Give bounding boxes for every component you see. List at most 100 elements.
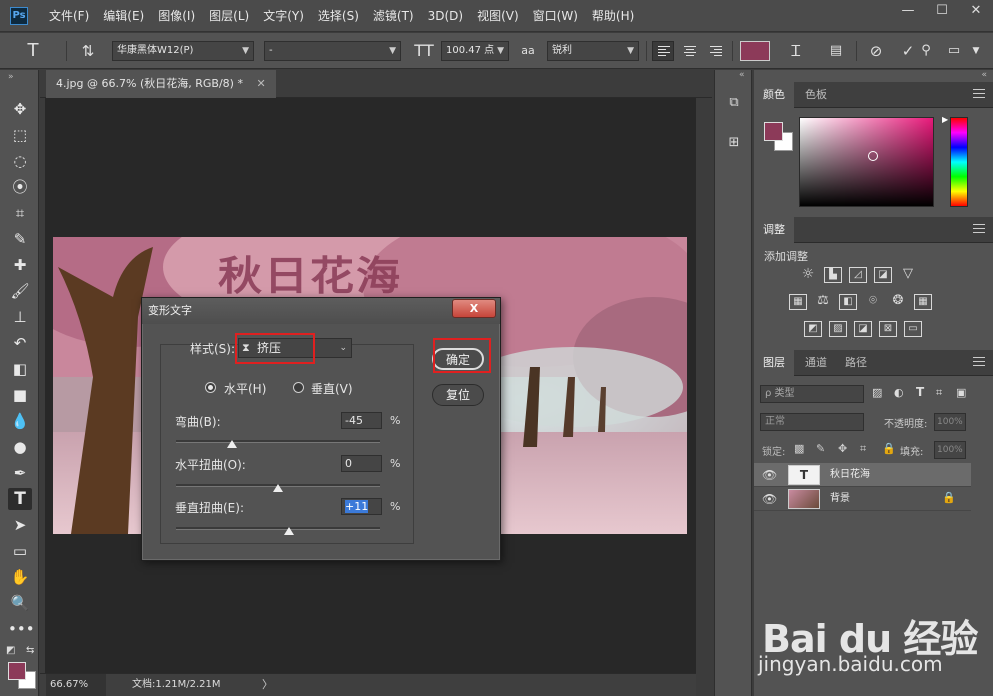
lasso-tool-icon[interactable]: ◌ [8, 150, 32, 172]
layer-row[interactable]: 👁 T 秋日花海 [754, 463, 971, 487]
channel-mixer-icon[interactable]: ❂ [889, 294, 907, 310]
collapse-arrows-icon[interactable]: « [981, 70, 987, 80]
close-tab-icon[interactable]: ✕ [256, 77, 265, 90]
vertical-distortion-input[interactable]: +11 [341, 498, 382, 515]
tab-adjustments[interactable]: 调整 [754, 217, 794, 243]
collapse-arrows-icon[interactable]: « [739, 70, 745, 80]
warp-text-icon[interactable]: Ꮖ [786, 42, 806, 60]
visibility-eye-icon[interactable]: 👁 [762, 492, 777, 506]
crop-tool-icon[interactable]: ⌗ [8, 202, 32, 224]
layer-filter-select[interactable]: ρ 类型 [760, 385, 864, 403]
color-field[interactable] [799, 117, 934, 207]
invert-icon[interactable]: ◩ [804, 321, 822, 337]
chevron-down-icon[interactable]: ▼ [968, 42, 984, 60]
path-select-tool-icon[interactable]: ➤ [8, 514, 32, 536]
horizontal-radio[interactable] [205, 382, 216, 393]
vertical-distortion-thumb[interactable] [284, 527, 295, 535]
lock-transparent-icon[interactable]: ▩ [794, 442, 804, 455]
eyedropper-tool-icon[interactable]: ✎ [8, 228, 32, 250]
gradient-tool-icon[interactable]: ■ [8, 384, 32, 406]
lock-position-icon[interactable]: ✥ [838, 442, 847, 455]
horizontal-distortion-input[interactable]: 0 [341, 455, 382, 472]
type-tool-preset-icon[interactable]: T [22, 42, 44, 60]
bend-slider-thumb[interactable] [227, 440, 238, 448]
quick-select-tool-icon[interactable]: ⦿ [8, 176, 32, 198]
menu-select[interactable]: 选择(S) [311, 0, 366, 32]
minimize-button[interactable]: — [891, 0, 925, 22]
move-tool-icon[interactable]: ✥ [8, 98, 32, 120]
stamp-tool-icon[interactable]: ⊥ [8, 306, 32, 328]
horizontal-distortion-thumb[interactable] [273, 484, 283, 492]
foreground-color-swatch[interactable] [8, 662, 26, 680]
layer-name[interactable]: 背景 [830, 487, 850, 511]
vertical-distortion-track[interactable] [176, 527, 380, 530]
color-lookup-icon[interactable]: ▦ [914, 294, 932, 310]
filter-type-icon[interactable]: T [916, 385, 924, 399]
align-center-button[interactable] [678, 41, 700, 61]
black-white-icon[interactable]: ◧ [839, 294, 857, 310]
menu-type[interactable]: 文字(Y) [256, 0, 311, 32]
vertical-radio[interactable] [293, 382, 304, 393]
photo-filter-icon[interactable]: ⌾ [864, 294, 882, 310]
bend-input[interactable]: -45 [341, 412, 382, 429]
properties-panel-icon[interactable]: ⊞ [723, 132, 745, 154]
brush-tool-icon[interactable]: 🖌 [8, 280, 32, 302]
history-brush-tool-icon[interactable]: ↶ [8, 332, 32, 354]
hue-slider[interactable] [950, 117, 968, 207]
vibrance-icon[interactable]: ▽ [899, 267, 917, 283]
menu-edit[interactable]: 编辑(E) [96, 0, 151, 32]
font-family-select[interactable]: 华康黑体W12(P) ▼ [112, 41, 254, 61]
restore-button[interactable]: ☐ [925, 0, 959, 22]
filter-pixel-icon[interactable]: ▨ [872, 386, 882, 399]
visibility-eye-icon[interactable]: 👁 [762, 468, 777, 482]
menu-window[interactable]: 窗口(W) [526, 0, 585, 32]
tab-paths[interactable]: 路径 [836, 350, 876, 376]
posterize-icon[interactable]: ▨ [829, 321, 847, 337]
hand-tool-icon[interactable]: ✋ [8, 566, 32, 588]
text-color-swatch[interactable] [740, 41, 770, 61]
tab-channels[interactable]: 通道 [796, 350, 836, 376]
swap-colors-icon[interactable]: ⇆ [26, 645, 34, 656]
dialog-close-button[interactable]: X [452, 299, 496, 318]
lock-all-icon[interactable]: 🔒 [882, 442, 896, 455]
lock-artboard-icon[interactable]: ⌗ [860, 442, 866, 456]
dialog-titlebar[interactable]: 变形文字 X [142, 298, 500, 324]
rectangle-tool-icon[interactable]: ▭ [8, 540, 32, 562]
tab-layers[interactable]: 图层 [754, 350, 794, 376]
filter-shape-icon[interactable]: ⌗ [936, 386, 942, 400]
layer-row[interactable]: 👁 背景 🔒 [754, 487, 971, 511]
toggle-orientation-icon[interactable]: ⇅ [78, 42, 98, 60]
menu-filter[interactable]: 滤镜(T) [366, 0, 421, 32]
zoom-level[interactable]: 66.67% [46, 674, 106, 696]
color-balance-icon[interactable]: ⚖ [814, 294, 832, 310]
levels-icon[interactable]: ▙ [824, 267, 842, 283]
align-left-button[interactable] [652, 41, 674, 61]
menu-view[interactable]: 视图(V) [470, 0, 526, 32]
curves-icon[interactable]: ◿ [849, 267, 867, 283]
opacity-input[interactable]: 100% [934, 413, 966, 431]
menu-layer[interactable]: 图层(L) [202, 0, 256, 32]
reset-button[interactable]: 复位 [432, 384, 484, 406]
filter-smart-object-icon[interactable]: ▣ [956, 386, 966, 399]
antialias-select[interactable]: 锐利 ▼ [547, 41, 639, 61]
eraser-tool-icon[interactable]: ◧ [8, 358, 32, 380]
workspace-icon[interactable]: ▭ [944, 42, 964, 60]
history-panel-icon[interactable]: ⧉ [723, 92, 745, 114]
commit-check-icon[interactable]: ✓ [898, 42, 918, 60]
color-panel-foreground[interactable] [764, 122, 783, 141]
menu-3d[interactable]: 3D(D) [421, 0, 470, 32]
fill-input[interactable]: 100% [934, 441, 966, 459]
dodge-tool-icon[interactable]: ● [8, 436, 32, 458]
blend-mode-select[interactable]: 正常 [760, 413, 864, 431]
pen-tool-icon[interactable]: ✒ [8, 462, 32, 484]
color-picker-ring[interactable] [868, 151, 878, 161]
vertical-radio-label[interactable]: 垂直(V) [311, 380, 353, 397]
font-size-select[interactable]: 100.47 点 ▼ [441, 41, 509, 61]
close-window-button[interactable]: ✕ [959, 0, 993, 22]
brightness-icon[interactable]: ☼ [799, 267, 817, 283]
panel-menu-icon[interactable] [973, 357, 985, 367]
menu-help[interactable]: 帮助(H) [585, 0, 641, 32]
font-style-select[interactable]: - ▼ [264, 41, 401, 61]
document-tab[interactable]: 4.jpg @ 66.7% (秋日花海, RGB/8) * ✕ [46, 70, 276, 98]
horizontal-radio-label[interactable]: 水平(H) [224, 380, 266, 397]
